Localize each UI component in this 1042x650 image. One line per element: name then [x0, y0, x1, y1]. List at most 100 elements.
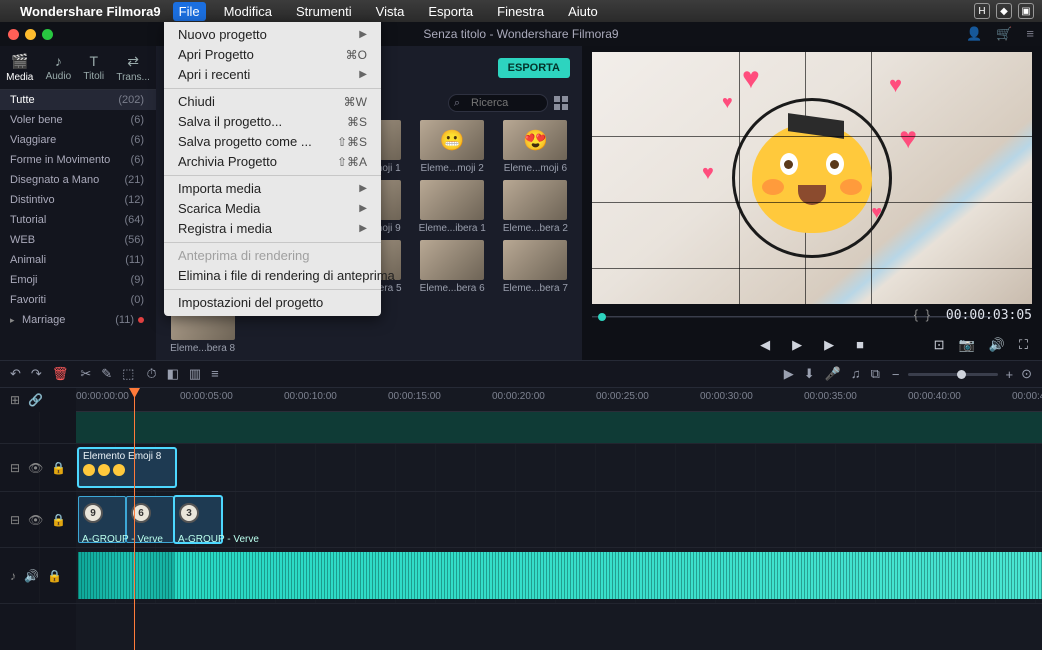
track-mute-icon[interactable]: 🔊 — [24, 569, 39, 583]
zoom-slider[interactable]: − + ⊙ — [892, 366, 1032, 382]
media-item[interactable]: Eleme...bera 7 — [497, 240, 574, 294]
track-collapse-icon[interactable]: ⊟ — [10, 513, 20, 527]
link-icon[interactable]: ⧉ — [871, 366, 880, 382]
menu-salva[interactable]: Salva il progetto...⌘S — [164, 112, 381, 132]
media-item[interactable]: Eleme...ibera 1 — [414, 180, 491, 234]
menu-modifica[interactable]: Modifica — [218, 2, 278, 21]
grid-view-icon[interactable] — [554, 96, 568, 110]
status-icon-1[interactable]: H — [974, 3, 990, 19]
menu-esporta[interactable]: Esporta — [422, 2, 479, 21]
snapshot-icon[interactable]: 📷 — [959, 337, 975, 353]
menu-finestra[interactable]: Finestra — [491, 2, 550, 21]
media-item[interactable]: 😬Eleme...moji 2 — [414, 120, 491, 174]
quality-icon[interactable]: ⊡ — [934, 337, 945, 353]
media-item[interactable]: Eleme...bera 6 — [414, 240, 491, 294]
edit-icon[interactable]: ✎ — [101, 366, 112, 382]
video-track-2[interactable]: Elemento Emoji 8 — [76, 444, 1042, 492]
mixer-icon[interactable]: ♫ — [851, 366, 861, 382]
cat-viaggiare[interactable]: Viaggiare(6) — [0, 130, 156, 150]
menu-scarica[interactable]: Scarica Media▶ — [164, 199, 381, 219]
menu-nuovo-progetto[interactable]: Nuovo progetto▶ — [164, 25, 381, 45]
in-out-markers[interactable]: { } — [914, 307, 932, 322]
status-icon-3[interactable]: ▣ — [1018, 3, 1034, 19]
undo-icon[interactable]: ↶ — [10, 366, 21, 382]
zoom-in-icon[interactable]: + — [1006, 367, 1014, 382]
speed-icon[interactable]: ⏱ — [146, 366, 156, 382]
menu-registra[interactable]: Registra i media▶ — [164, 219, 381, 239]
marker-icon[interactable]: ⬇ — [804, 366, 815, 382]
next-frame-icon[interactable]: ▶ — [824, 337, 834, 353]
playhead[interactable] — [134, 388, 135, 650]
audio-clip-b[interactable] — [174, 552, 1042, 599]
menu-chiudi[interactable]: Chiudi⌘W — [164, 92, 381, 112]
timeline-tracks[interactable]: 00:00:00:0000:00:05:0000:00:10:0000:00:1… — [76, 388, 1042, 650]
esporta-button[interactable]: ESPORTA — [498, 58, 570, 78]
tab-audio[interactable]: ♪Audio — [46, 53, 72, 82]
clip-emoji-8[interactable]: Elemento Emoji 8 — [78, 448, 176, 487]
tab-media[interactable]: 🎬Media — [6, 53, 33, 83]
cat-emoji[interactable]: Emoji(9) — [0, 270, 156, 290]
menu-elimina-render[interactable]: Elimina i file di rendering di anteprima — [164, 266, 381, 286]
menu-apri-recenti[interactable]: Apri i recenti▶ — [164, 65, 381, 85]
redo-icon[interactable]: ↷ — [31, 366, 42, 382]
delete-icon[interactable]: 🗑 — [52, 366, 69, 382]
track-lock-icon[interactable]: 🔒 — [51, 513, 66, 527]
titlebar-cart-icon[interactable]: 🛒 — [996, 26, 1012, 42]
menu-apri-progetto[interactable]: Apri Progetto⌘O — [164, 45, 381, 65]
track-visibility-icon[interactable]: 👁 — [28, 513, 43, 527]
menu-salva-come[interactable]: Salva progetto come ...⇧⌘S — [164, 132, 381, 152]
audio-track[interactable]: A-GROUP - Verve A-GROUP - Verve — [76, 548, 1042, 604]
menu-vista[interactable]: Vista — [370, 2, 411, 21]
cat-favoriti[interactable]: Favoriti(0) — [0, 290, 156, 310]
tab-titoli[interactable]: TTitoli — [83, 53, 104, 82]
stop-icon[interactable]: ■ — [856, 337, 864, 353]
menu-importa[interactable]: Importa media▶ — [164, 179, 381, 199]
cat-marriage[interactable]: ▸Marriage(11) — [0, 310, 156, 330]
voiceover-icon[interactable]: 🎤 — [825, 366, 841, 382]
cat-tutte[interactable]: Tutte(202) — [0, 90, 156, 110]
zoom-fit-icon[interactable]: ⊙ — [1021, 366, 1032, 382]
status-icon-2[interactable]: ◆ — [996, 3, 1012, 19]
green-screen-icon[interactable]: ▥ — [189, 366, 201, 382]
window-traffic-lights[interactable] — [8, 29, 53, 40]
titlebar-menu-icon[interactable]: ≡ — [1026, 26, 1034, 42]
preview-scrubber[interactable]: { } 00:00:03:05 — [592, 308, 1032, 326]
cat-tutorial[interactable]: Tutorial(64) — [0, 210, 156, 230]
media-item[interactable]: 😍Eleme...moji 6 — [497, 120, 574, 174]
menu-impostazioni[interactable]: Impostazioni del progetto — [164, 293, 381, 313]
render-icon[interactable]: ▶ — [784, 366, 794, 382]
prev-frame-icon[interactable]: ◀ — [760, 337, 770, 353]
zoom-out-icon[interactable]: − — [892, 367, 900, 382]
track-lock-icon[interactable]: 🔒 — [47, 569, 62, 583]
cat-web[interactable]: WEB(56) — [0, 230, 156, 250]
track-visibility-icon[interactable]: 👁 — [28, 461, 43, 475]
search-input[interactable] — [448, 94, 548, 112]
track-lock-icon[interactable]: 🔒 — [51, 461, 66, 475]
volume-icon[interactable]: 🔊 — [989, 337, 1005, 353]
cat-disegnato[interactable]: Disegnato a Mano(21) — [0, 170, 156, 190]
track-manage-icon[interactable]: ⊞ — [10, 393, 20, 407]
cut-icon[interactable]: ✂ — [80, 366, 91, 382]
audio-clip-label: A-GROUP - Verve — [78, 534, 163, 545]
crop-icon[interactable]: ⬚ — [122, 366, 134, 382]
menu-aiuto[interactable]: Aiuto — [562, 2, 604, 21]
menu-archivia[interactable]: Archivia Progetto⇧⌘A — [164, 152, 381, 172]
cat-distintivo[interactable]: Distintivo(12) — [0, 190, 156, 210]
menu-file[interactable]: File — [173, 2, 206, 21]
titlebar-user-icon[interactable]: 👤 — [966, 26, 982, 42]
media-item[interactable]: Eleme...bera 2 — [497, 180, 574, 234]
adjust-icon[interactable]: ≡ — [211, 366, 219, 382]
tab-transizioni[interactable]: ⇄Trans... — [116, 53, 150, 83]
timeline-ruler[interactable]: 00:00:00:0000:00:05:0000:00:10:0000:00:1… — [76, 388, 1042, 412]
audio-clip-a[interactable] — [78, 552, 174, 599]
track-link-icon[interactable]: 🔗 — [28, 393, 43, 407]
track-collapse-icon[interactable]: ⊟ — [10, 461, 20, 475]
cat-voler-bene[interactable]: Voler bene(6) — [0, 110, 156, 130]
preview-canvas[interactable]: ♥ ♥ ♥ ♥ ♥ ♥ — [592, 52, 1032, 304]
fullscreen-icon[interactable]: ⛶ — [1019, 337, 1028, 353]
play-icon[interactable]: ▶ — [792, 337, 802, 353]
menu-strumenti[interactable]: Strumenti — [290, 2, 358, 21]
cat-animali[interactable]: Animali(11) — [0, 250, 156, 270]
cat-forme[interactable]: Forme in Movimento(6) — [0, 150, 156, 170]
color-icon[interactable]: ◧ — [167, 366, 179, 382]
